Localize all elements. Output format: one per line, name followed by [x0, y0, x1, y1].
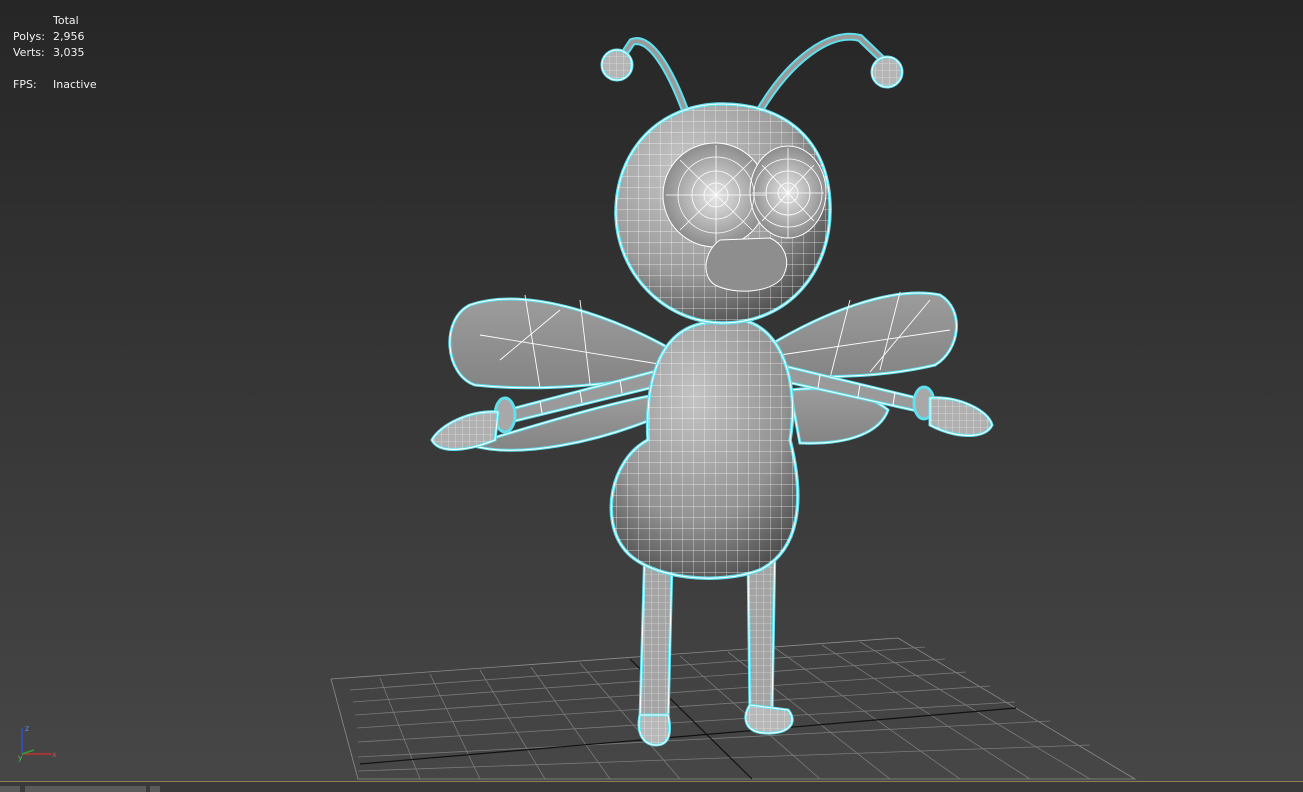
antennae [600, 32, 904, 113]
head [614, 102, 832, 325]
bottom-tab-2[interactable] [25, 786, 146, 792]
viewport-bottom-border [0, 781, 1303, 792]
verts-label: Verts: [13, 46, 45, 59]
polys-label: Polys: [13, 30, 45, 43]
stats-label-spacer [13, 13, 53, 29]
polys-row: Polys: 2,956 [13, 29, 97, 45]
axis-gizmo-icon: z x y [18, 724, 57, 762]
verts-value: 3,035 [53, 46, 85, 59]
bottom-tab-1[interactable] [0, 786, 20, 792]
fps-label: FPS: [13, 78, 37, 91]
scene-statistics: Total Polys: 2,956 Verts: 3,035 FPS: Ina… [13, 13, 97, 93]
nose [705, 237, 788, 292]
right-wing [768, 291, 958, 445]
verts-row: Verts: 3,035 [13, 45, 97, 61]
bottom-tab-3[interactable] [150, 786, 160, 792]
stats-header: Total [53, 14, 79, 27]
polys-value: 2,956 [53, 30, 85, 43]
scene-canvas[interactable] [0, 0, 1303, 792]
x-axis-label: x [52, 750, 57, 759]
ground-grid [330, 637, 1137, 780]
fps-value: Inactive [53, 78, 97, 91]
perspective-viewport[interactable]: Total Polys: 2,956 Verts: 3,035 FPS: Ina… [0, 0, 1303, 792]
fps-row: FPS: Inactive [13, 77, 97, 93]
z-axis-label: z [25, 724, 29, 733]
y-axis-label: y [18, 753, 23, 762]
